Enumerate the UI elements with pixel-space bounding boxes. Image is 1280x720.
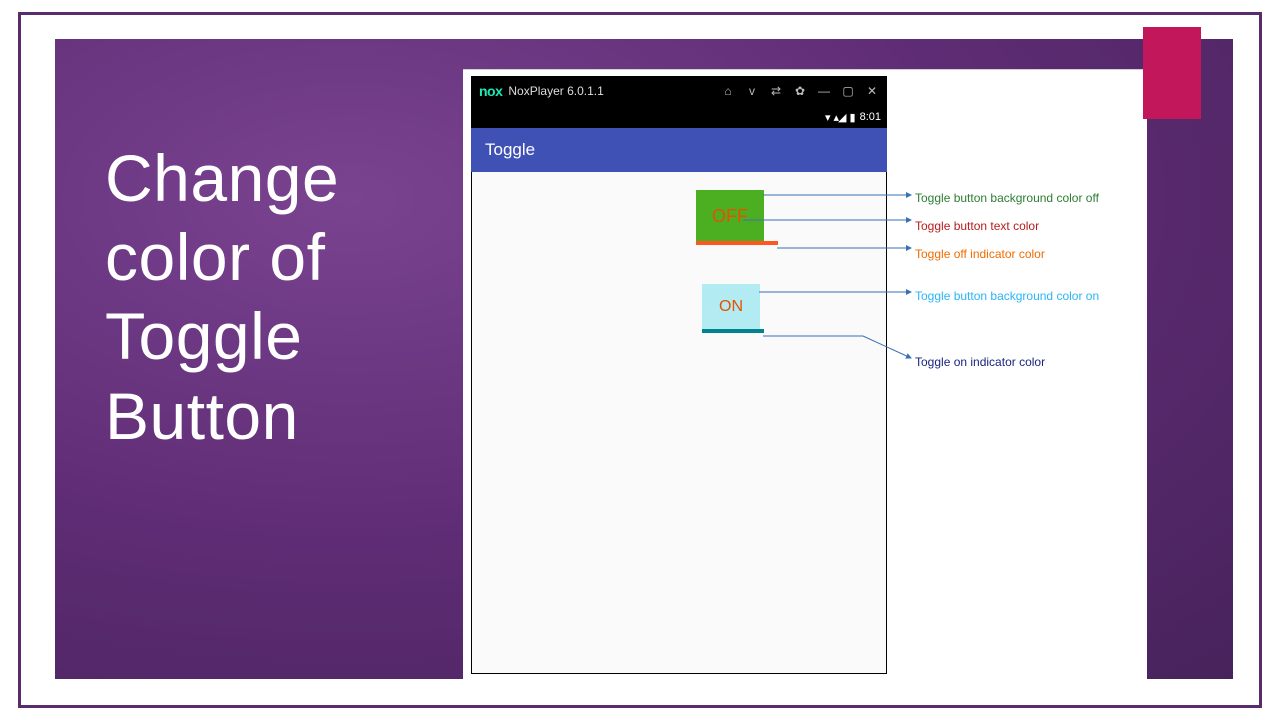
app-toolbar-title: Toggle [485, 140, 535, 160]
slide-title: Change color of Toggle Button [105, 139, 443, 456]
emulator-title: NoxPlayer 6.0.1.1 [508, 84, 603, 98]
title-line-2: color of [105, 220, 325, 294]
toggle-off-label: OFF [712, 206, 748, 227]
battery-icon: ▮ [850, 111, 856, 124]
title-line-1: Change [105, 141, 339, 215]
emulator-controls: ⌂ v ⇄ ✿ — ▢ ✕ [721, 84, 879, 98]
annotation-text-color: Toggle button text color [915, 219, 1039, 235]
decorative-tab [1143, 27, 1201, 119]
home-icon[interactable]: ⌂ [721, 84, 735, 98]
annotation-bg-off: Toggle button background color off [915, 191, 1099, 207]
toggle-off-indicator [696, 241, 778, 245]
signal-icon: ▴◢ [834, 111, 846, 124]
close-icon[interactable]: ✕ [865, 84, 879, 98]
wifi-icon: ▾ [825, 111, 830, 124]
toggle-on-indicator [702, 329, 764, 333]
annotation-off-indicator: Toggle off indicator color [915, 247, 1045, 263]
title-line-3: Toggle [105, 299, 303, 373]
slide-background: Change color of Toggle Button nox NoxPla… [55, 39, 1233, 679]
emulator-titlebar: nox NoxPlayer 6.0.1.1 ⌂ v ⇄ ✿ — ▢ ✕ [471, 76, 887, 106]
android-status-bar: ▾ ▴◢ ▮ 8:01 [471, 106, 887, 128]
maximize-icon[interactable]: ▢ [841, 84, 855, 98]
nox-logo: nox [479, 83, 502, 99]
toggle-button-on[interactable]: ON [702, 284, 760, 330]
app-toolbar: Toggle [471, 128, 887, 172]
toggle-on-label: ON [719, 298, 743, 316]
minimize-icon[interactable]: — [817, 84, 831, 98]
emulator-window: nox NoxPlayer 6.0.1.1 ⌂ v ⇄ ✿ — ▢ ✕ ▾ ▴◢ [471, 76, 887, 674]
annotation-panel: nox NoxPlayer 6.0.1.1 ⌂ v ⇄ ✿ — ▢ ✕ ▾ ▴◢ [463, 69, 1147, 679]
app-body: OFF ON [471, 172, 887, 674]
annotation-bg-on: Toggle button background color on [915, 289, 1099, 305]
title-line-4: Button [105, 379, 299, 453]
shake-icon[interactable]: ⇄ [769, 84, 783, 98]
chevron-down-icon[interactable]: v [745, 84, 759, 98]
gear-icon[interactable]: ✿ [793, 84, 807, 98]
slide-frame: Change color of Toggle Button nox NoxPla… [18, 12, 1262, 708]
clock-text: 8:01 [860, 111, 881, 123]
annotation-on-indicator: Toggle on indicator color [915, 355, 1045, 371]
toggle-button-off[interactable]: OFF [696, 190, 764, 242]
